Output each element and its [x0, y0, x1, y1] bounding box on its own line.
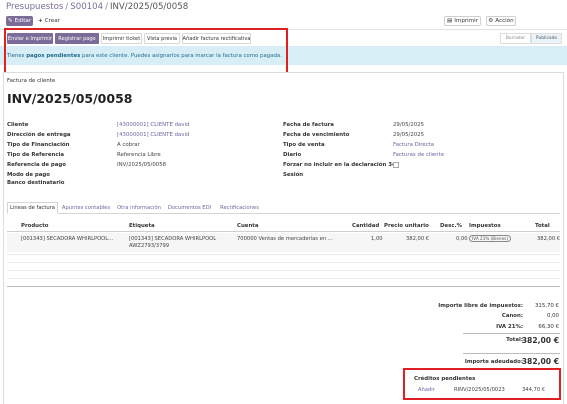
amount-due-value: 382,00 € [521, 357, 559, 366]
total-untaxed-value: 315,70 € [534, 303, 559, 309]
highlight-box-credits [403, 368, 561, 400]
breadcrumb-separator: / [105, 2, 108, 12]
row-divider [7, 254, 560, 255]
field-label-sale-type: Tipo de venta [283, 142, 325, 148]
column-header-unit-price[interactable]: Precio unitario [384, 223, 429, 229]
print-button[interactable]: ▤ Imprimir [444, 16, 481, 26]
field-value-due-date: 29/05/2025 [393, 132, 425, 138]
breadcrumb-separator: / [65, 2, 69, 12]
status-bar: Borrador Publicado [500, 33, 562, 44]
print-button-label: Imprimir [454, 18, 479, 24]
printer-icon: ▤ [446, 18, 453, 24]
create-button-label: Crear [44, 18, 60, 24]
canon-value: 0,00 [546, 313, 559, 319]
cell-label-line1: [001343] SECADORA WHIRLPOOL [129, 236, 217, 242]
tab-edi-documents[interactable]: Documentos EDI [166, 202, 213, 214]
totals-divider [463, 333, 560, 334]
totals-divider [463, 353, 560, 354]
cell-unit-price: 382,00 € [406, 236, 430, 242]
total-label: Total: [506, 337, 523, 343]
vat-value: 66,30 € [538, 324, 559, 330]
force-347-checkbox[interactable] [393, 162, 399, 168]
status-posted[interactable]: Publicado [531, 33, 562, 44]
field-label-session: Sesión [283, 172, 304, 178]
column-header-product[interactable]: Producto [21, 223, 49, 229]
tab-journal-items[interactable]: Apuntes contables [61, 202, 111, 214]
cell-quantity: 1,00 [371, 236, 383, 242]
field-label-recipient-bank: Banco destinatario [7, 180, 65, 186]
field-value-delivery-address[interactable]: [43000001] CLIENTE david [117, 132, 189, 138]
field-label-force-347: Forzar no incluir en la declaración 347 [283, 162, 400, 168]
field-label-financing-type: Tipo de Financiación [7, 142, 70, 148]
field-value-journal[interactable]: Facturas de cliente [393, 152, 444, 158]
breadcrumb-presupuestos[interactable]: Presupuestos [6, 2, 63, 12]
cell-discount: 0,00 [456, 236, 468, 242]
field-label-customer: Cliente [7, 122, 29, 128]
field-label-payment-reference: Referencia de pago [7, 162, 66, 168]
field-label-payment-mode: Modo de pago [7, 172, 50, 178]
field-label-reference-type: Tipo de Referencia [7, 152, 64, 158]
edit-button-label: Editar [14, 18, 32, 24]
row-divider [7, 262, 560, 263]
document-type: Factura de cliente [7, 78, 56, 84]
column-header-discount[interactable]: Desc.% [440, 223, 462, 229]
action-button[interactable]: ⚙ Acción [486, 16, 516, 26]
field-label-delivery-address: Dirección de entrega [7, 132, 71, 138]
canon-label: Canon: [501, 313, 523, 319]
row-divider [7, 270, 560, 271]
column-header-account[interactable]: Cuenta [237, 223, 259, 229]
action-button-label: Acción [495, 18, 514, 24]
field-value-invoice-date: 29/05/2025 [393, 122, 425, 128]
total-untaxed-label: Importe libre de impuestos: [438, 303, 523, 309]
tab-invoice-lines[interactable]: Líneas de factura [7, 202, 58, 214]
tab-credit-notes[interactable]: Rectificaciones [218, 202, 261, 214]
total-value: 382,00 € [521, 336, 559, 345]
cell-account: 700000 Ventas de mercaderías en ... [237, 236, 333, 242]
column-header-total[interactable]: Total [535, 223, 550, 229]
tax-tag: IVA 21% (Bienes) [469, 235, 511, 242]
column-header-taxes[interactable]: Impuestos [469, 223, 501, 229]
gear-icon: ⚙ [488, 18, 494, 24]
field-label-due-date: Fecha de vencimiento [283, 132, 350, 138]
breadcrumb: Presupuestos / S00104/INV/2025/05/0058 [6, 2, 188, 12]
create-button[interactable]: + Crear [37, 16, 61, 26]
row-divider [7, 278, 560, 279]
field-value-customer[interactable]: [43000001] CLIENTE david [117, 122, 189, 128]
cell-total: 382,00 € [537, 236, 561, 242]
table-header-divider [7, 231, 560, 232]
field-value-reference-type: Referencia Libre [117, 152, 161, 158]
vat-label: IVA 21%: [496, 324, 523, 330]
field-value-payment-reference: INV/2025/05/0058 [117, 162, 167, 168]
field-value-sale-type[interactable]: Factura Directa [393, 142, 434, 148]
breadcrumb-order[interactable]: S00104 [70, 2, 103, 12]
plus-icon: + [38, 18, 43, 24]
field-label-journal: Diario [283, 152, 302, 158]
highlight-box-toolbar [4, 28, 288, 76]
cell-label-line2: AWZ2793/3799 [129, 243, 170, 249]
cell-product: [001343] SECADORA WHIRLPOOL... [21, 236, 114, 242]
field-value-financing-type: A cobrar [117, 142, 140, 148]
table-footer-divider [7, 286, 560, 287]
tab-other-info[interactable]: Otra información [115, 202, 163, 214]
field-label-invoice-date: Fecha de factura [283, 122, 334, 128]
pencil-icon: ✎ [7, 18, 13, 24]
document-number: INV/2025/05/0058 [7, 91, 133, 106]
breadcrumb-current: INV/2025/05/0058 [109, 2, 189, 12]
column-header-quantity[interactable]: Cantidad [352, 223, 379, 229]
amount-due-label: Importe adeudado: [464, 359, 523, 365]
column-header-label[interactable]: Etiqueta [129, 223, 155, 229]
edit-button[interactable]: ✎ Editar [6, 16, 33, 26]
status-draft[interactable]: Borrador [500, 33, 531, 44]
